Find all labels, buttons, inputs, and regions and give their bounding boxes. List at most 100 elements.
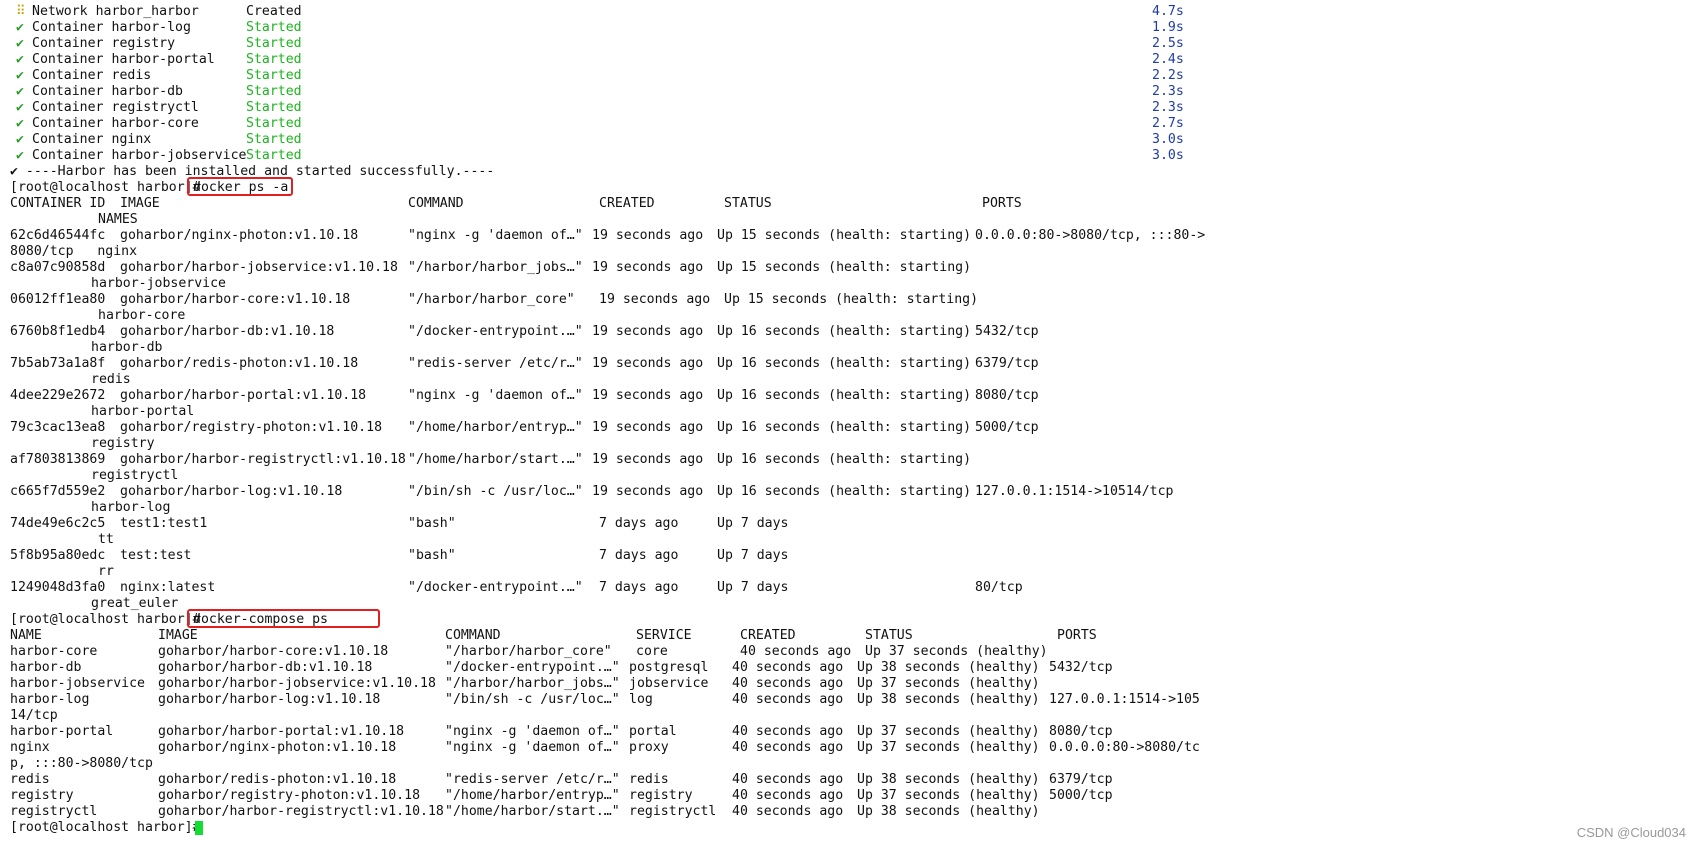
check-icon: ✔ (16, 148, 24, 163)
shell-prompt: [root@localhost harbor]# (10, 820, 201, 835)
check-icon: ✔ (16, 52, 24, 67)
container-command: "/harbor/harbor_jobs…" (408, 260, 583, 275)
spinner-icon: ⠿ (16, 4, 26, 19)
install-log-line: ✔ Container harbor-portal Started 2.4s (0, 52, 1702, 68)
container-id: c8a07c90858d (10, 260, 106, 275)
container-status: Up 16 seconds (health: starting) (717, 356, 972, 371)
container-created: 19 seconds ago (599, 292, 711, 307)
service-name: registry (629, 788, 693, 803)
column-header-names: NAMES (98, 212, 138, 227)
command-highlight-box (187, 609, 380, 628)
check-icon: ✔ (16, 116, 24, 131)
service-status: Up 38 seconds (healthy) (857, 692, 1040, 707)
container-command: "nginx -g 'daemon of…" (408, 228, 583, 243)
service-image: goharbor/harbor-core:v1.10.18 (158, 644, 389, 659)
install-log-line: ✔ Container harbor-core Started 2.7s (0, 116, 1702, 132)
service-container-name: harbor-db (10, 660, 82, 675)
container-image: goharbor/harbor-registryctl:v1.10.18 (120, 452, 406, 467)
service-name: redis (629, 772, 669, 787)
service-command: "/harbor/harbor_core" (445, 644, 612, 659)
docker-ps-row: c665f7d559e2 goharbor/harbor-log:v1.10.18… (0, 484, 1702, 500)
container-image: nginx:latest (120, 580, 216, 595)
compose-ps-row: harbor-portal goharbor/harbor-portal:v1.1… (0, 724, 1702, 740)
service-ports: 5000/tcp (1049, 788, 1113, 803)
terminal-cursor[interactable] (195, 821, 203, 835)
container-status: Up 16 seconds (health: starting) (717, 452, 972, 467)
install-log-line: ✔ Container redis Started 2.2s (0, 68, 1702, 84)
service-name: registryctl (629, 804, 717, 819)
container-status: Up 15 seconds (health: starting) (717, 228, 972, 243)
container-created: 19 seconds ago (592, 260, 704, 275)
container-status: Up 16 seconds (health: starting) (717, 484, 972, 499)
container-status: Up 15 seconds (health: starting) (717, 260, 972, 275)
log-resource-type: Network (32, 4, 88, 19)
service-created: 40 seconds ago (740, 644, 852, 659)
container-image: goharbor/harbor-portal:v1.10.18 (120, 388, 367, 403)
service-name: log (629, 692, 653, 707)
log-resource-type: Container (32, 100, 104, 115)
container-created: 7 days ago (599, 548, 679, 563)
service-image: goharbor/harbor-db:v1.10.18 (158, 660, 373, 675)
service-command: "/bin/sh -c /usr/loc…" (445, 692, 620, 707)
shell-prompt: [root@localhost harbor]# (10, 180, 201, 195)
service-status: Up 38 seconds (healthy) (857, 772, 1040, 787)
column-header-status: STATUS (724, 196, 772, 211)
log-resource-type: Container (32, 132, 104, 147)
container-id: 06012ff1ea80 (10, 292, 106, 307)
service-image: goharbor/harbor-jobservice:v1.10.18 (158, 676, 436, 691)
container-command: "/harbor/harbor_core" (408, 292, 575, 307)
check-icon: ✔ (16, 132, 24, 147)
service-ports: 127.0.0.1:1514->105 (1049, 692, 1200, 707)
docker-ps-row: 62c6d46544fc goharbor/nginx-photon:v1.10.… (0, 228, 1702, 244)
docker-ps-row-wrap: 8080/tcp nginx (0, 244, 1702, 260)
container-command: "/docker-entrypoint.…" (408, 580, 583, 595)
service-image: goharbor/harbor-log:v1.10.18 (158, 692, 381, 707)
install-log-line: ✔ Container registry Started 2.5s (0, 36, 1702, 52)
container-id: 74de49e6c2c5 (10, 516, 106, 531)
service-container-name: harbor-portal (10, 724, 114, 739)
container-command: "/home/harbor/entryp…" (408, 420, 583, 435)
container-image: goharbor/nginx-photon:v1.10.18 (120, 228, 359, 243)
container-ports: 127.0.0.1:1514->10514/tcp (975, 484, 1174, 499)
compose-ps-row: redis goharbor/redis-photon:v1.10.18 "redi… (0, 772, 1702, 788)
docker-ps-row: 1249048d3fa0 nginx:latest "/docker-entrypo… (0, 580, 1702, 596)
check-icon: ✔ (16, 36, 24, 51)
install-log-line: ✔ Container registryctl Started 2.3s (0, 100, 1702, 116)
container-id: 4dee229e2672 (10, 388, 106, 403)
log-resource-name: harbor-log (111, 20, 191, 35)
log-resource-name: harbor-core (111, 116, 199, 131)
service-ports: 6379/tcp (1049, 772, 1113, 787)
log-duration: 1.9s (1152, 20, 1184, 35)
install-log-line: ✔ Container harbor-jobservice Started 3.0s (0, 148, 1702, 164)
terminal-output[interactable]: ⠿ Network harbor_harbor Created 4.7s ✔ Contain… (0, 4, 1702, 836)
container-command: "bash" (408, 548, 456, 563)
container-status: Up 7 days (717, 580, 789, 595)
container-status: Up 7 days (717, 516, 789, 531)
container-status: Up 16 seconds (health: starting) (717, 388, 972, 403)
service-image: goharbor/nginx-photon:v1.10.18 (158, 740, 397, 755)
log-resource-name: registry (111, 36, 176, 51)
container-names: harbor-db (91, 340, 163, 355)
docker-ps-row-wrap: rr (0, 564, 1702, 580)
docker-ps-row-wrap: harbor-db (0, 340, 1702, 356)
container-id: c665f7d559e2 (10, 484, 106, 499)
compose-ps-row-wrap: 14/tcp (0, 708, 1702, 724)
container-names: harbor-jobservice (91, 276, 226, 291)
compose-ps-row: registry goharbor/registry-photon:v1.10.1… (0, 788, 1702, 804)
service-status: Up 37 seconds (healthy) (865, 644, 1048, 659)
container-names: harbor-portal (91, 404, 195, 419)
docker-ps-row: 7b5ab73a1a8f goharbor/redis-photon:v1.10.… (0, 356, 1702, 372)
docker-ps-header-wrap: NAMES (0, 212, 1702, 228)
container-names: redis (91, 372, 131, 387)
service-image: goharbor/registry-photon:v1.10.18 (158, 788, 421, 803)
column-header-image: IMAGE (158, 628, 198, 643)
column-header-command: COMMAND (445, 628, 501, 643)
column-header-ports: PORTS (982, 196, 1022, 211)
column-header-id: CONTAINER ID (10, 196, 106, 211)
service-name: core (636, 644, 668, 659)
log-resource-type: Container (32, 36, 104, 51)
container-names: 8080/tcp nginx (10, 244, 138, 259)
service-image: goharbor/harbor-registryctl:v1.10.18 (158, 804, 444, 819)
container-ports: 6379/tcp (975, 356, 1039, 371)
service-container-name: redis (10, 772, 50, 787)
